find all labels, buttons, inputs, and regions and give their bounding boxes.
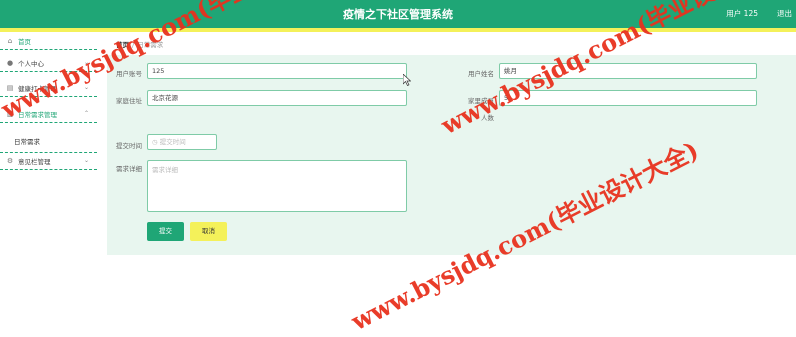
chevron-down-icon: ⌄ [83, 157, 89, 164]
people-count-label: 人数 [481, 114, 494, 122]
app-title: 疫情之下社区管理系统 [343, 8, 453, 21]
bank-icon: ▤ [6, 83, 14, 92]
gear-icon: ⚙ [6, 156, 14, 165]
submit-button[interactable]: 提交 [147, 222, 184, 241]
user-icon: ● [6, 58, 14, 67]
sidebar-item-home[interactable]: ⌂ 首页 [0, 32, 97, 50]
sidebar-item-feedback[interactable]: ⚙ 意见栏管理 ⌄ [0, 152, 97, 170]
breadcrumb-current: 日常需求 [137, 41, 164, 49]
account-input[interactable]: 125 [147, 63, 407, 79]
address-input[interactable]: 北京花源 [147, 90, 407, 106]
account-label: 用户账号 [116, 70, 142, 78]
name-label: 用户姓名 [468, 70, 494, 78]
breadcrumb-separator: / [132, 41, 135, 49]
logout-button[interactable]: 退出 [777, 8, 792, 19]
time-picker[interactable]: ◷ 提交时间 [147, 134, 217, 150]
detail-label: 需求详细 [116, 165, 142, 173]
chevron-down-icon: ⌄ [83, 84, 89, 91]
sidebar-item-label: 意见栏管理 [18, 157, 51, 166]
detail-textarea[interactable]: 需求详细 [147, 160, 407, 212]
sidebar-item-label: 个人中心 [18, 59, 44, 68]
current-user: 用户 125 [726, 9, 758, 18]
sidebar-item-label: 日常需求管理 [18, 110, 57, 119]
members-input[interactable]: 5 [499, 90, 757, 106]
breadcrumb: 首页 / 日常需求 [116, 39, 163, 49]
sidebar-item-daily-needs[interactable]: ▥ 日常需求管理 ⌃ [0, 105, 97, 123]
top-bar: 疫情之下社区管理系统 用户 125 退出 [0, 0, 796, 28]
clipboard-icon: ▥ [6, 109, 14, 118]
mouse-cursor-icon [403, 74, 411, 86]
chevron-up-icon: ⌃ [83, 110, 89, 117]
cancel-button[interactable]: 取消 [190, 222, 227, 241]
chevron-down-icon: ⌄ [83, 59, 89, 66]
clock-icon: ◷ [152, 138, 158, 146]
breadcrumb-home[interactable]: 首页 [116, 41, 129, 49]
name-input[interactable]: 姚月 [499, 63, 757, 79]
sidebar-item-profile[interactable]: ● 个人中心 ⌄ [0, 54, 97, 72]
sidebar-item-label: 首页 [18, 37, 31, 46]
home-icon: ⌂ [7, 36, 13, 45]
sidebar-item-health-checkin[interactable]: ▤ 健康打卡管理 ⌄ [0, 79, 97, 97]
sidebar-item-label: 健康打卡管理 [18, 84, 57, 93]
submenu-item-daily-needs[interactable]: 日常需求 [0, 131, 97, 153]
members-label: 家里成员 [468, 97, 494, 105]
address-label: 家庭住址 [116, 97, 142, 105]
time-label: 提交时间 [116, 142, 142, 150]
sidebar: ⌂ 首页 ● 个人中心 ⌄ ▤ 健康打卡管理 ⌄ ▥ 日常需求管理 ⌃ 日常需求… [0, 32, 99, 337]
